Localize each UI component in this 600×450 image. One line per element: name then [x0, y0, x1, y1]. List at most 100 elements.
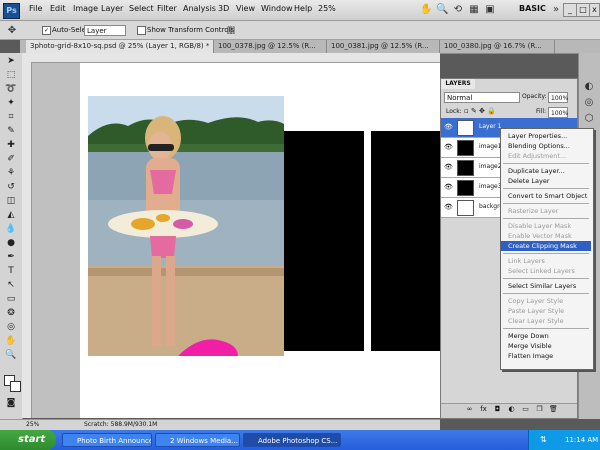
tab-100-0380[interactable]: 100_0380.jpg @ 16.7% (R... [440, 40, 555, 53]
eyedropper-icon[interactable]: ✎ [5, 126, 17, 137]
ctx-convert-to-smart-object[interactable]: Convert to Smart Object [508, 191, 592, 201]
double-chevron-icon[interactable]: » [550, 3, 562, 16]
quick-mask-icon[interactable]: ◙ [5, 398, 17, 409]
menu-filter[interactable]: Filter [157, 4, 177, 13]
maximize-button[interactable]: □ [576, 3, 590, 17]
fill-label: Fill: [536, 108, 547, 115]
rotate-view-icon[interactable]: ⟲ [452, 3, 464, 16]
blur-tool-icon[interactable]: 💧 [5, 224, 17, 235]
ctx-blending-options[interactable]: Blending Options... [508, 141, 592, 151]
type-tool-icon[interactable]: T [5, 266, 17, 277]
ruler-horizontal [22, 53, 440, 63]
arrange-icon[interactable]: ▦ [468, 3, 480, 16]
opacity-field[interactable]: 100% [548, 92, 568, 103]
task-photo-birth[interactable]: Photo Birth Announce... [62, 433, 152, 447]
healing-brush-icon[interactable]: ✚ [5, 140, 17, 151]
start-button[interactable]: start [0, 430, 56, 450]
mask-icon[interactable]: ◘ [493, 405, 502, 414]
placeholder-image2 [284, 131, 364, 351]
close-button[interactable]: x [589, 3, 600, 17]
3d-orbit-icon[interactable]: ◎ [5, 322, 17, 333]
move-tool-icon[interactable]: ✥ [6, 24, 18, 37]
paint-bucket-icon[interactable]: ◭ [5, 210, 17, 221]
lock-icons[interactable]: ▫ ✎ ✥ 🔒 [464, 107, 496, 115]
fill-field[interactable]: 100% [548, 107, 568, 118]
ctx-delete-layer[interactable]: Delete Layer [508, 176, 592, 186]
eye-icon[interactable]: 👁 [444, 163, 453, 171]
layer-name: image1 [479, 143, 502, 150]
minimize-button[interactable]: _ [563, 3, 577, 17]
tab-100-0381[interactable]: 100_0381.jpg @ 12.5% (R... [327, 40, 440, 53]
eye-icon[interactable]: 👁 [444, 183, 453, 191]
zoom-tool-icon[interactable]: 🔍 [5, 350, 17, 361]
ctx-flatten-image[interactable]: Flatten Image [508, 351, 592, 361]
workspace-switcher[interactable]: BASIC [519, 4, 546, 13]
menu-image[interactable]: Image [73, 4, 98, 13]
menu-3d[interactable]: 3D [218, 4, 229, 13]
screen-mode-icon[interactable]: ▣ [484, 3, 496, 16]
link-icon[interactable]: ∞ [465, 405, 474, 414]
align-icons[interactable]: ⫿⫿⫿ [225, 24, 237, 37]
eye-icon[interactable]: 👁 [444, 123, 453, 131]
menu-file[interactable]: File [29, 4, 42, 13]
magic-wand-icon[interactable]: ✦ [5, 98, 17, 109]
move-tool-icon[interactable]: ➤ [5, 56, 17, 67]
auto-select-checkbox[interactable]: ✓ [42, 26, 51, 35]
ctx-merge-down[interactable]: Merge Down [508, 331, 592, 341]
panel-adjustments-icon[interactable]: ◎ [583, 96, 595, 109]
marquee-tool-icon[interactable]: ⬚ [5, 70, 17, 81]
hand-tool-icon[interactable]: ✋ [5, 336, 17, 347]
adjustment-icon[interactable]: ◐ [507, 405, 516, 414]
ctx-select-linked-layers: Select Linked Layers [508, 267, 575, 275]
pen-tool-icon[interactable]: ✒ [5, 252, 17, 263]
auto-select-dropdown[interactable]: Layer [84, 25, 126, 36]
path-selection-icon[interactable]: ↖ [5, 280, 17, 291]
eye-icon[interactable]: 👁 [444, 203, 453, 211]
tab-100-0378[interactable]: 100_0378.jpg @ 12.5% (R... [214, 40, 327, 53]
panel-swatches-icon[interactable]: ◐ [583, 80, 595, 93]
photoshop-logo[interactable]: Ps [3, 3, 20, 19]
folder-icon[interactable]: ▭ [521, 405, 530, 414]
menu-analysis[interactable]: Analysis [183, 4, 216, 13]
menu-help[interactable]: Help [294, 4, 312, 13]
trash-icon[interactable]: 🗑 [549, 405, 558, 414]
crop-tool-icon[interactable]: ⌗ [5, 112, 17, 123]
fx-icon[interactable]: fx [479, 405, 488, 414]
menu-separator [503, 163, 589, 164]
menu-edit[interactable]: Edit [50, 4, 66, 13]
ctx-clear-layer-style: Clear Layer Style [508, 317, 564, 325]
layers-panel-tab[interactable]: LAYERS [441, 79, 475, 89]
menu-select[interactable]: Select [129, 4, 154, 13]
task-photoshop[interactable]: Adobe Photoshop CS... [243, 433, 341, 447]
ctx-layer-properties[interactable]: Layer Properties... [508, 131, 592, 141]
dodge-tool-icon[interactable]: ● [5, 238, 17, 249]
tray-network-icon[interactable]: ⇅ [540, 435, 547, 444]
zoom-level[interactable]: 25% [318, 4, 336, 13]
panel-3d-icon[interactable]: ⬡ [583, 112, 595, 125]
new-layer-icon[interactable]: ❐ [535, 405, 544, 414]
blend-mode-dropdown[interactable]: Normal [444, 92, 520, 103]
tab-3photo-grid[interactable]: 3photo-grid-8x10-sq.psd @ 25% (Layer 1, … [26, 40, 214, 53]
ctx-duplicate-layer[interactable]: Duplicate Layer... [508, 166, 592, 176]
clone-stamp-icon[interactable]: ⚘ [5, 168, 17, 179]
menu-separator [503, 278, 589, 279]
menu-layer[interactable]: Layer [101, 4, 123, 13]
status-zoom[interactable]: 25% [26, 421, 39, 428]
menu-window[interactable]: Window [261, 4, 293, 13]
lasso-tool-icon[interactable]: ➰ [5, 84, 17, 95]
transform-controls-checkbox[interactable] [137, 26, 146, 35]
3d-rotate-icon[interactable]: ❂ [5, 308, 17, 319]
ctx-select-similar-layers[interactable]: Select Similar Layers [508, 281, 592, 291]
zoom-tool-icon[interactable]: 🔍 [436, 3, 448, 16]
task-media[interactable]: 2 Windows Media... [155, 433, 240, 447]
eye-icon[interactable]: 👁 [444, 143, 453, 151]
shape-tool-icon[interactable]: ▭ [5, 294, 17, 305]
menu-view[interactable]: View [236, 4, 255, 13]
ctx-create-clipping-mask[interactable]: Create Clipping Mask [501, 241, 591, 251]
ctx-merge-visible[interactable]: Merge Visible [508, 341, 592, 351]
background-color-swatch[interactable] [10, 381, 21, 392]
brush-tool-icon[interactable]: ✐ [5, 154, 17, 165]
history-brush-icon[interactable]: ↺ [5, 182, 17, 193]
eraser-icon[interactable]: ◫ [5, 196, 17, 207]
hand-icon[interactable]: ✋ [420, 3, 432, 16]
